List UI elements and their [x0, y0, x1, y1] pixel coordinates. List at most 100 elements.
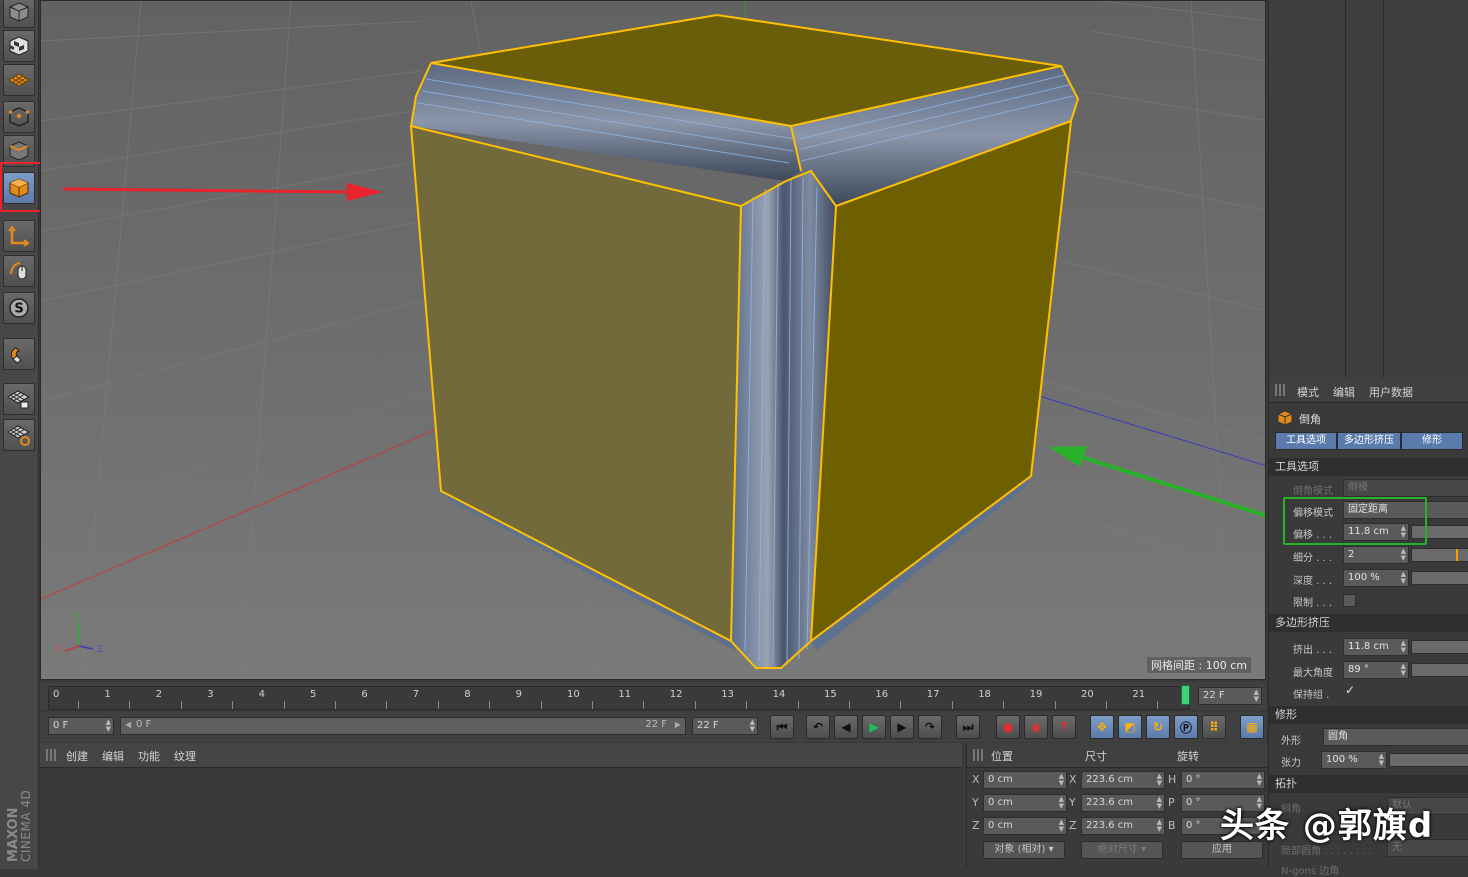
preserve-groups-label: 保持组 . [1293, 690, 1330, 701]
record-active-icon[interactable]: ● [996, 715, 1020, 739]
ngon-label: N-gons 边角 [1281, 866, 1340, 877]
timeline-tick-label: 15 [824, 689, 837, 700]
tension-input[interactable]: 100 % ▲ ▼ [1321, 751, 1387, 769]
panel-grip-icon[interactable] [46, 749, 56, 761]
go-to-end-icon[interactable]: ⏭ [956, 715, 980, 739]
coordinates-header: 位置 尺寸 旋转 [967, 743, 1267, 768]
timeline-minor-tick [797, 701, 799, 709]
checker-cube-icon[interactable] [3, 30, 35, 62]
tab-shaping[interactable]: 修形 [1401, 432, 1463, 450]
rotation-input[interactable]: 0 ° ▲ ▼ [1181, 771, 1265, 789]
bevel-tool-icon [1277, 410, 1293, 426]
preserve-groups-checkbox[interactable]: ✓ [1345, 683, 1355, 697]
size-input[interactable]: 223.6 cm ▲ ▼ [1081, 771, 1165, 789]
limit-label: 限制 . . . [1293, 598, 1333, 609]
timeline-minor-tick [694, 701, 696, 709]
range-left-arrow[interactable]: ◀ [125, 720, 131, 729]
timeline-ruler[interactable]: 0 1 2 3 4 5 6 7 8 9 10 11 12 13 14 15 16 17 18 19 20 21 [48, 686, 1190, 710]
axis-mode-icon[interactable] [3, 220, 35, 252]
limit-checkbox[interactable] [1343, 594, 1356, 607]
timeline-tick-label: 2 [155, 689, 163, 700]
range-right-arrow[interactable]: ▶ [675, 720, 681, 729]
previous-frame-icon[interactable]: ◀ [834, 715, 858, 739]
panel-grip-icon[interactable] [1275, 384, 1285, 396]
solo-icon[interactable]: S [3, 292, 35, 324]
next-frame-icon[interactable]: ▶ [890, 715, 914, 739]
next-key-icon[interactable]: ↷ [918, 715, 942, 739]
timeline-window-icon[interactable]: ▦ [1240, 715, 1264, 739]
bevel-mode-dropdown[interactable]: 倒棱 [1343, 479, 1468, 497]
depth-slider[interactable] [1411, 571, 1468, 585]
range-start-label: 0 F [136, 719, 152, 730]
record-scale-icon[interactable]: ◩ [1118, 715, 1142, 739]
size-input[interactable]: 223.6 cm ▲ ▼ [1081, 794, 1165, 812]
cube-object-icon[interactable] [3, 0, 35, 28]
extrude-input[interactable]: 11.8 cm ▲ ▼ [1343, 638, 1409, 656]
record-rotation-icon[interactable]: ↻ [1146, 715, 1170, 739]
menu-function[interactable]: 功能 [138, 748, 160, 764]
polygon-grid-icon[interactable] [3, 64, 35, 96]
coordinate-mode-dropdown[interactable]: 对象 (相对) ▾ [983, 841, 1065, 859]
max-angle-input[interactable]: 89 ° ▲ ▼ [1343, 661, 1409, 679]
size-mode-dropdown[interactable]: 绝对尺寸 ▾ [1081, 841, 1163, 859]
timeline[interactable]: 0 1 2 3 4 5 6 7 8 9 10 11 12 13 14 15 16 17 18 19 20 21 22 F ▲… [40, 682, 1266, 710]
menu-edit[interactable]: 编辑 [102, 748, 124, 764]
workplane-lock-icon[interactable] [3, 383, 35, 415]
snap-magnet-icon[interactable] [3, 338, 35, 370]
previous-key-icon[interactable]: ↶ [806, 715, 830, 739]
record-point-level-icon[interactable]: ⠿ [1202, 715, 1226, 739]
record-parameter-icon[interactable]: Ⓟ [1174, 715, 1198, 739]
attr-menu-edit[interactable]: 编辑 [1333, 384, 1355, 400]
size-input[interactable]: 223.6 cm ▲ ▼ [1081, 817, 1165, 835]
panel-grip-icon[interactable] [973, 749, 983, 761]
menu-texture[interactable]: 纹理 [174, 748, 196, 764]
timeline-tick-label: 17 [926, 689, 940, 700]
subdivision-input[interactable]: 2 ▲ ▼ [1343, 546, 1409, 564]
position-input[interactable]: 0 cm ▲ ▼ [983, 771, 1067, 789]
timeline-minor-tick [335, 701, 336, 709]
tab-polygon-extrude[interactable]: 多边形挤压 [1337, 432, 1401, 450]
timeline-minor-tick [283, 701, 285, 709]
timeline-tick-label: 11 [618, 689, 632, 700]
current-frame-field[interactable]: 22 F ▲ ▼ [1198, 687, 1262, 705]
autokey-icon[interactable]: ◉ [1024, 715, 1048, 739]
playhead-marker[interactable] [1181, 685, 1190, 705]
extrude-slider[interactable] [1411, 640, 1468, 654]
3d-viewport[interactable]: Y X Z 网格间距 : 100 cm [40, 0, 1266, 680]
tweak-mouse-icon[interactable] [3, 255, 35, 287]
position-input[interactable]: 0 cm ▲ ▼ [983, 794, 1067, 812]
timeline-tick-label: 3 [207, 689, 214, 700]
timeline-tick-label: 16 [875, 689, 889, 700]
go-to-start-icon[interactable]: ⏮ [770, 715, 794, 739]
rot-axis-label: B [1168, 819, 1176, 832]
tab-tool-options[interactable]: 工具选项 [1275, 432, 1337, 450]
max-angle-slider[interactable] [1411, 663, 1468, 677]
workplane-rotate-icon[interactable] [3, 419, 35, 451]
timeline-minor-tick [437, 701, 439, 709]
keyframe-selection-icon[interactable]: ? [1052, 715, 1076, 739]
column-divider [1383, 0, 1384, 378]
depth-input[interactable]: 100 % ▲ ▼ [1343, 569, 1409, 587]
menu-create[interactable]: 创建 [66, 748, 88, 764]
attr-menu-mode[interactable]: 模式 [1297, 384, 1319, 400]
range-slider[interactable]: ◀ 0 F 22 F ▶ [120, 717, 686, 735]
attr-menu-userdata[interactable]: 用户数据 [1369, 384, 1413, 400]
timeline-minor-tick [849, 701, 850, 709]
timeline-minor-tick [180, 701, 182, 709]
section-shaping: 修形 [1269, 706, 1468, 724]
points-mode-icon[interactable] [3, 101, 35, 133]
tension-slider[interactable] [1389, 753, 1468, 767]
tension-label: 张力 [1281, 758, 1301, 769]
subdivision-slider[interactable] [1411, 548, 1468, 562]
shape-dropdown[interactable]: 圆角 [1323, 728, 1468, 746]
end-frame-field[interactable]: 22 F ▲ ▼ [692, 717, 758, 735]
max-angle-label: 最大角度 [1293, 668, 1333, 679]
position-input[interactable]: 0 cm ▲ ▼ [983, 817, 1067, 835]
timeline-tick-label: 20 [1081, 689, 1094, 700]
play-icon[interactable]: ▶ [862, 715, 886, 739]
timeline-minor-tick [951, 701, 953, 709]
start-frame-field[interactable]: 0 F ▲ ▼ [48, 717, 114, 735]
attribute-tabs: 工具选项 多边形挤压 修形 [1275, 432, 1468, 450]
record-position-icon[interactable]: ✥ [1090, 715, 1114, 739]
timeline-minor-tick [592, 701, 593, 709]
